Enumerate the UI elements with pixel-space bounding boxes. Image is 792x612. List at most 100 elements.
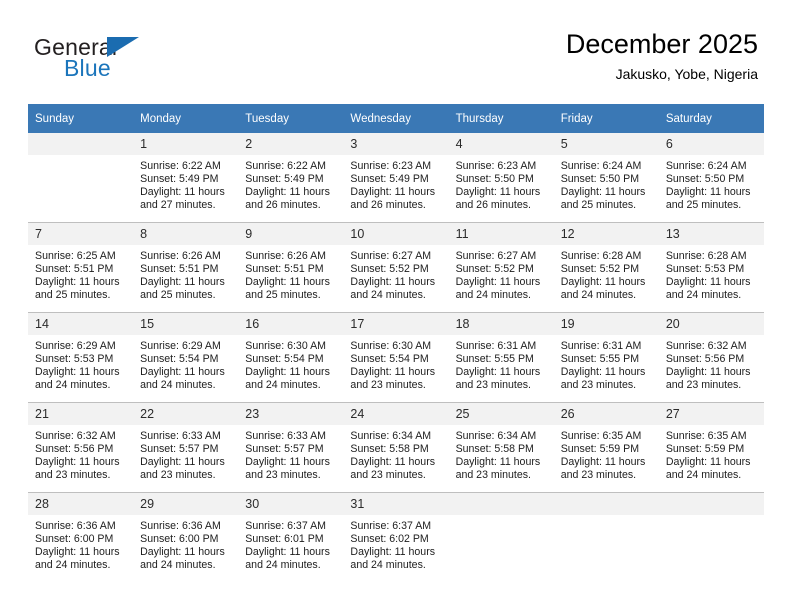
day-cell[interactable]: 19 Sunrise: 6:31 AM Sunset: 5:55 PM Dayl… [553,312,659,403]
daylight-text-line1: Daylight: 11 hours [350,366,436,379]
day-cell[interactable]: 2 Sunrise: 6:22 AM Sunset: 5:49 PM Dayli… [238,133,344,223]
daylight-text-line2: and 24 minutes. [350,559,426,572]
daylight-text-line2: and 24 minutes. [560,289,637,302]
sunset-text: Sunset: 5:49 PM [350,173,429,186]
day-cell[interactable]: 21 Sunrise: 6:32 AM Sunset: 5:56 PM Dayl… [28,402,134,493]
daylight-text-line1: Daylight: 11 hours [35,546,120,559]
day-cell[interactable]: 23 Sunrise: 6:33 AM Sunset: 5:57 PM Dayl… [238,402,344,493]
day-details: Sunrise: 6:37 AM Sunset: 6:01 PM Dayligh… [238,515,343,572]
daylight-text-line2: and 23 minutes. [560,379,637,392]
daylight-text-line1: Daylight: 11 hours [560,456,646,469]
sunset-text: Sunset: 5:58 PM [350,443,429,456]
day-cell [448,492,554,582]
day-cell[interactable]: 18 Sunrise: 6:31 AM Sunset: 5:55 PM Dayl… [448,312,554,403]
day-details: Sunrise: 6:30 AM Sunset: 5:54 PM Dayligh… [238,335,343,392]
daylight-text-line2: and 23 minutes. [245,469,321,482]
day-cell[interactable]: 13 Sunrise: 6:28 AM Sunset: 5:53 PM Dayl… [658,222,764,313]
day-cell[interactable]: 8 Sunrise: 6:26 AM Sunset: 5:51 PM Dayli… [133,222,239,313]
calendar-week-row: 14 Sunrise: 6:29 AM Sunset: 5:53 PM Dayl… [28,312,764,403]
daylight-text-line1: Daylight: 11 hours [350,546,436,559]
day-cell[interactable]: 5 Sunrise: 6:24 AM Sunset: 5:50 PM Dayli… [553,133,659,223]
day-cell[interactable]: 10 Sunrise: 6:27 AM Sunset: 5:52 PM Dayl… [343,222,449,313]
daylight-text-line2: and 24 minutes. [455,289,531,302]
day-details: Sunrise: 6:25 AM Sunset: 5:51 PM Dayligh… [28,245,133,302]
day-cell[interactable]: 12 Sunrise: 6:28 AM Sunset: 5:52 PM Dayl… [553,222,659,313]
day-cell[interactable]: 9 Sunrise: 6:26 AM Sunset: 5:51 PM Dayli… [238,222,344,313]
calendar-body: 1 Sunrise: 6:22 AM Sunset: 5:49 PM Dayli… [28,133,764,582]
sunset-text: Sunset: 5:50 PM [455,173,534,186]
day-cell[interactable]: 17 Sunrise: 6:30 AM Sunset: 5:54 PM Dayl… [343,312,449,403]
day-number: 9 [238,223,344,245]
day-cell[interactable]: 31 Sunrise: 6:37 AM Sunset: 6:02 PM Dayl… [343,492,449,582]
day-cell[interactable]: 29 Sunrise: 6:36 AM Sunset: 6:00 PM Dayl… [133,492,239,582]
daylight-text-line2: and 25 minutes. [35,289,111,302]
day-number: 11 [448,223,554,245]
day-cell[interactable]: 27 Sunrise: 6:35 AM Sunset: 5:59 PM Dayl… [658,402,764,493]
general-blue-logo[interactable]: General Blue [34,34,234,88]
day-cell[interactable]: 22 Sunrise: 6:33 AM Sunset: 5:57 PM Dayl… [133,402,239,493]
sunrise-text: Sunrise: 6:33 AM [140,430,221,442]
logo-triangle-icon [107,37,139,57]
daylight-text-line2: and 24 minutes. [350,289,426,302]
day-number: 8 [133,223,239,245]
day-cell[interactable]: 20 Sunrise: 6:32 AM Sunset: 5:56 PM Dayl… [658,312,764,403]
day-number: 23 [238,403,344,425]
weekday-header-sunday: Sunday [28,104,134,133]
day-cell[interactable]: 24 Sunrise: 6:34 AM Sunset: 5:58 PM Dayl… [343,402,449,493]
day-cell[interactable]: 16 Sunrise: 6:30 AM Sunset: 5:54 PM Dayl… [238,312,344,403]
daylight-text-line2: and 26 minutes. [455,199,531,212]
daylight-text-line1: Daylight: 11 hours [350,186,436,199]
day-cell[interactable]: 1 Sunrise: 6:22 AM Sunset: 5:49 PM Dayli… [133,133,239,223]
day-number: 24 [343,403,449,425]
day-number: 16 [238,313,344,335]
day-number: 3 [343,133,449,155]
day-cell[interactable]: 25 Sunrise: 6:34 AM Sunset: 5:58 PM Dayl… [448,402,554,493]
day-number: 17 [343,313,449,335]
sunrise-text: Sunrise: 6:29 AM [35,340,116,352]
day-cell[interactable]: 15 Sunrise: 6:29 AM Sunset: 5:54 PM Dayl… [133,312,239,403]
day-number: 5 [553,133,659,155]
daylight-text-line2: and 23 minutes. [35,469,111,482]
sunrise-text: Sunrise: 6:26 AM [140,250,221,262]
day-cell[interactable]: 6 Sunrise: 6:24 AM Sunset: 5:50 PM Dayli… [658,133,764,223]
sunset-text: Sunset: 5:49 PM [245,173,324,186]
day-cell[interactable]: 28 Sunrise: 6:36 AM Sunset: 6:00 PM Dayl… [28,492,134,582]
day-cell[interactable]: 30 Sunrise: 6:37 AM Sunset: 6:01 PM Dayl… [238,492,344,582]
sunset-text: Sunset: 5:58 PM [455,443,534,456]
day-details: Sunrise: 6:36 AM Sunset: 6:00 PM Dayligh… [28,515,133,572]
daylight-text-line1: Daylight: 11 hours [455,456,541,469]
sunrise-text: Sunrise: 6:24 AM [560,160,642,172]
day-cell [553,492,659,582]
sunrise-text: Sunrise: 6:32 AM [35,430,116,442]
day-cell[interactable]: 7 Sunrise: 6:25 AM Sunset: 5:51 PM Dayli… [28,222,134,313]
day-number [448,493,554,515]
day-cell[interactable]: 14 Sunrise: 6:29 AM Sunset: 5:53 PM Dayl… [28,312,134,403]
day-number: 7 [28,223,134,245]
daylight-text-line2: and 23 minutes. [140,469,216,482]
sunset-text: Sunset: 5:54 PM [245,353,324,366]
day-details: Sunrise: 6:29 AM Sunset: 5:53 PM Dayligh… [28,335,133,392]
daylight-text-line1: Daylight: 11 hours [35,366,120,379]
day-cell [658,492,764,582]
day-cell[interactable]: 3 Sunrise: 6:23 AM Sunset: 5:49 PM Dayli… [343,133,449,223]
day-cell[interactable]: 11 Sunrise: 6:27 AM Sunset: 5:52 PM Dayl… [448,222,554,313]
day-details: Sunrise: 6:24 AM Sunset: 5:50 PM Dayligh… [554,155,659,212]
sunrise-text: Sunrise: 6:32 AM [665,340,747,352]
sunrise-text: Sunrise: 6:34 AM [455,430,537,442]
day-details: Sunrise: 6:29 AM Sunset: 5:54 PM Dayligh… [133,335,238,392]
day-details: Sunrise: 6:31 AM Sunset: 5:55 PM Dayligh… [554,335,659,392]
day-details: Sunrise: 6:23 AM Sunset: 5:49 PM Dayligh… [343,155,448,212]
day-number: 29 [133,493,239,515]
daylight-text-line2: and 25 minutes. [560,199,637,212]
day-cell[interactable]: 26 Sunrise: 6:35 AM Sunset: 5:59 PM Dayl… [553,402,659,493]
sunrise-text: Sunrise: 6:23 AM [350,160,432,172]
calendar-week-row: 7 Sunrise: 6:25 AM Sunset: 5:51 PM Dayli… [28,222,764,313]
daylight-text-line1: Daylight: 11 hours [140,276,225,289]
daylight-text-line2: and 24 minutes. [35,559,111,572]
day-cell[interactable]: 4 Sunrise: 6:23 AM Sunset: 5:50 PM Dayli… [448,133,554,223]
sunset-text: Sunset: 6:00 PM [35,533,114,546]
sunset-text: Sunset: 5:55 PM [560,353,640,366]
page-subtitle: Jakusko, Yobe, Nigeria [615,66,758,82]
sunrise-text: Sunrise: 6:33 AM [245,430,326,442]
title-block: December 2025 Jakusko, Yobe, Nigeria [566,28,758,83]
